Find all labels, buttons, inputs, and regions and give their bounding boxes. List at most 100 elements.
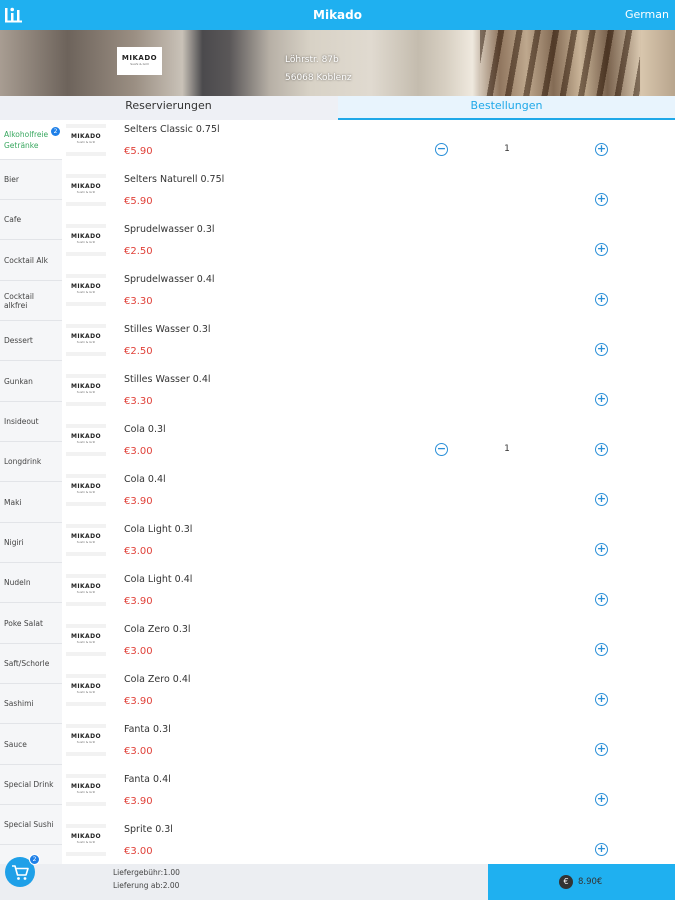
product-row: MIKADO Sushi & Grill Cola Zero 0.4l €3.90… [62,670,675,720]
product-name: Stilles Wasser 0.3l [124,324,211,335]
cart-count-badge: 2 [29,854,40,865]
plus-button[interactable]: + [595,343,608,356]
product-price: €3.90 [124,596,153,607]
product-image: MIKADO Sushi & Grill [66,174,106,206]
product-name: Cola 0.3l [124,424,166,435]
category-item[interactable]: Dessert [0,321,62,361]
category-item[interactable]: Cocktail alkfrei [0,281,62,321]
plus-button[interactable]: + [595,643,608,656]
category-item[interactable]: Nigiri [0,523,62,563]
product-row: MIKADO Sushi & Grill Fanta 0.3l €3.00 + [62,720,675,770]
category-item[interactable]: Special Sushi [0,805,62,845]
plus-button[interactable]: + [595,593,608,606]
app-title: Mikado [313,8,362,22]
category-item[interactable]: Gunkan [0,362,62,402]
product-price: €3.00 [124,646,153,657]
product-row: MIKADO Sushi & Grill Stilles Wasser 0.4l … [62,370,675,420]
product-name: Stilles Wasser 0.4l [124,374,211,385]
tab-bar: Reservierungen Bestellungen [0,96,675,120]
product-price: €3.00 [124,446,153,457]
plus-button[interactable]: + [595,393,608,406]
quantity-value: 1 [504,144,510,154]
category-item[interactable]: Bier [0,160,62,200]
product-row: MIKADO Sushi & Grill Sprudelwasser 0.3l €… [62,220,675,270]
product-row: MIKADO Sushi & Grill Cola Zero 0.3l €3.00… [62,620,675,670]
product-row: MIKADO Sushi & Grill Stilles Wasser 0.3l … [62,320,675,370]
plus-button[interactable]: + [595,293,608,306]
category-item[interactable]: Sauce [0,725,62,765]
product-image: MIKADO Sushi & Grill [66,124,106,156]
product-price: €3.90 [124,496,153,507]
category-item[interactable]: Special Drink [0,765,62,805]
product-name: Sprudelwasser 0.4l [124,274,215,285]
category-item[interactable]: Cafe [0,200,62,240]
minus-button[interactable]: − [435,443,448,456]
restaurant-banner: MIKADO Sushi & Grill Löhrstr. 87b 56068 … [0,30,675,96]
restaurant-logo: MIKADO Sushi & Grill [117,47,162,75]
plus-button[interactable]: + [595,843,608,856]
product-image: MIKADO Sushi & Grill [66,724,106,756]
product-price: €2.50 [124,246,153,257]
plus-button[interactable]: + [595,193,608,206]
product-row: MIKADO Sushi & Grill Cola Light 0.3l €3.0… [62,520,675,570]
product-name: Selters Classic 0.75l [124,124,220,135]
category-item[interactable]: Longdrink [0,442,62,482]
product-image: MIKADO Sushi & Grill [66,574,106,606]
category-item[interactable]: Poke Salat [0,604,62,644]
plus-button[interactable]: + [595,743,608,756]
product-price: €5.90 [124,146,153,157]
product-image: MIKADO Sushi & Grill [66,824,106,856]
product-image: MIKADO Sushi & Grill [66,324,106,356]
tab-reservierungen[interactable]: Reservierungen [0,96,337,120]
plus-button[interactable]: + [595,143,608,156]
category-badge: 2 [51,127,60,136]
product-price: €3.90 [124,796,153,807]
plus-button[interactable]: + [595,243,608,256]
top-bar: Mikado German [0,0,675,30]
plus-button[interactable]: + [595,443,608,456]
product-name: Fanta 0.3l [124,724,171,735]
plus-button[interactable]: + [595,493,608,506]
product-image: MIKADO Sushi & Grill [66,524,106,556]
product-price: €3.90 [124,696,153,707]
language-selector[interactable]: German [625,0,669,30]
address-street: Löhrstr. 87b [285,55,339,65]
category-item[interactable]: Cocktail Alk [0,241,62,281]
minimum-order: Lieferung ab:2.00 [113,881,180,890]
category-item[interactable]: Insideout [0,402,62,442]
product-image: MIKADO Sushi & Grill [66,224,106,256]
category-item[interactable]: Nudeln [0,563,62,603]
product-price: €3.30 [124,396,153,407]
category-item[interactable]: Sashimi [0,684,62,724]
product-name: Fanta 0.4l [124,774,171,785]
tab-bestellungen[interactable]: Bestellungen [338,96,675,120]
product-name: Cola Light 0.3l [124,524,193,535]
product-name: Sprudelwasser 0.3l [124,224,215,235]
product-row: MIKADO Sushi & Grill Sprudelwasser 0.4l €… [62,270,675,320]
category-item[interactable]: Alkoholfreie Getränke 2 [0,120,62,160]
category-item[interactable]: Saft/Schorle [0,644,62,684]
checkout-button[interactable]: € 8.90€ [488,864,675,900]
product-price: €3.00 [124,546,153,557]
product-row: MIKADO Sushi & Grill Selters Classic 0.75… [62,120,675,170]
product-row: MIKADO Sushi & Grill Selters Naturell 0.7… [62,170,675,220]
address-city: 56068 Koblenz [285,73,352,83]
euro-coin-icon: € [559,875,573,889]
quantity-value: 1 [504,444,510,454]
plus-button[interactable]: + [595,543,608,556]
plus-button[interactable]: + [595,693,608,706]
order-total: 8.90€ [578,877,603,887]
product-image: MIKADO Sushi & Grill [66,424,106,456]
product-image: MIKADO Sushi & Grill [66,374,106,406]
product-price: €3.00 [124,846,153,857]
product-price: €2.50 [124,346,153,357]
product-row: MIKADO Sushi & Grill Fanta 0.4l €3.90 + [62,770,675,820]
category-item[interactable]: Maki [0,483,62,523]
plus-button[interactable]: + [595,793,608,806]
product-name: Selters Naturell 0.75l [124,174,225,185]
product-row: MIKADO Sushi & Grill Cola 0.4l €3.90 + [62,470,675,520]
product-row: MIKADO Sushi & Grill Cola 0.3l €3.00 − 1 … [62,420,675,470]
minus-button[interactable]: − [435,143,448,156]
product-row: MIKADO Sushi & Grill Sprite 0.3l €3.00 + [62,820,675,864]
product-name: Cola Light 0.4l [124,574,193,585]
